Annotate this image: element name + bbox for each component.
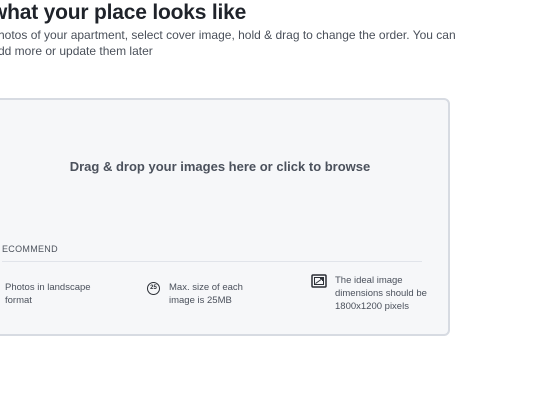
dimensions-icon [311,274,327,288]
image-dropzone[interactable]: Drag & drop your images here or click to… [0,98,450,336]
size-25-icon: 25 [147,282,160,295]
recommendation-text: Max. size of each image is 25MB [169,282,243,306]
upload-photos-page: what your place looks like hotos of your… [0,0,543,407]
recommendation-landscape: Photos in landscape format [5,281,95,307]
recommendation-text: Photos in landscape format [5,282,91,306]
divider [2,261,422,262]
page-subtitle: hotos of your apartment, select cover im… [0,28,456,58]
recommend-label: ECOMMEND [2,244,58,254]
page-title: what your place looks like [0,1,247,24]
recommendation-text: The ideal image dimensions should be 180… [335,275,427,312]
recommendation-dimensions: The ideal image dimensions should be 180… [311,274,427,313]
dropzone-prompt: Drag & drop your images here or click to… [69,159,371,174]
recommendation-max-size: 25 Max. size of each image is 25MB [147,281,247,307]
